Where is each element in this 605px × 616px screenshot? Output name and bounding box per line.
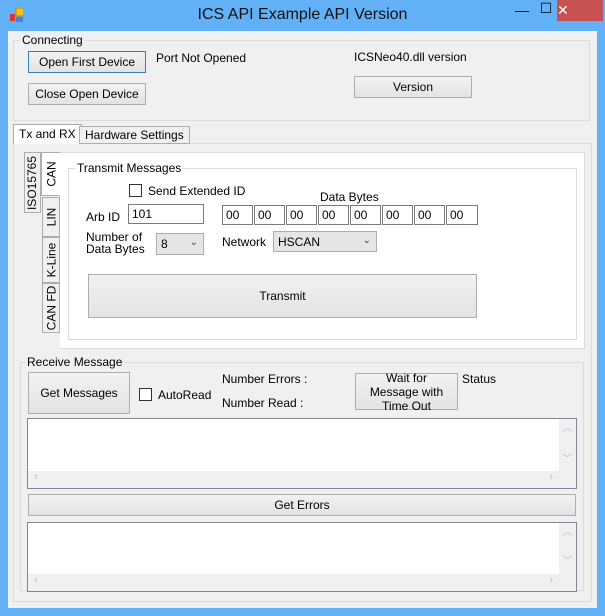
minimize-button[interactable]: —	[508, 2, 536, 23]
scroll-up-icon[interactable]: ︿	[559, 523, 576, 538]
num-data-bytes-label: Number of Data Bytes	[86, 230, 145, 256]
open-first-device-button[interactable]: Open First Device	[28, 51, 146, 73]
scroll-right-icon[interactable]: ›	[549, 471, 553, 483]
autoread-checkbox[interactable]	[139, 388, 152, 401]
maximize-button[interactable]: ☐	[533, 0, 559, 21]
tab-tx-and-rx[interactable]: Tx and RX	[13, 124, 82, 144]
data-byte-input[interactable]: 00	[382, 205, 413, 225]
transmit-button[interactable]: Transmit	[88, 274, 477, 318]
scroll-down-icon[interactable]: ﹀	[559, 450, 576, 465]
messages-list[interactable]: ︿ ﹀ ‹ ›	[27, 418, 577, 489]
data-byte-input[interactable]: 00	[350, 205, 381, 225]
send-extended-id-label: Send Extended ID	[148, 184, 246, 198]
number-errors-label: Number Errors :	[222, 372, 308, 386]
vtab-label: CAN	[44, 161, 59, 187]
horizontal-scrollbar[interactable]: ‹ ›	[28, 471, 559, 488]
get-messages-button[interactable]: Get Messages	[28, 372, 130, 414]
network-select[interactable]: HSCAN ⌄	[273, 231, 377, 252]
transmit-label: Transmit Messages	[75, 161, 184, 175]
receive-label: Receive Message	[25, 355, 125, 369]
scroll-down-icon[interactable]: ﹀	[559, 552, 576, 567]
title-bar: ICS API Example API Version — ☐ ✕	[0, 0, 605, 31]
data-byte-input[interactable]: 00	[414, 205, 445, 225]
chevron-down-icon: ⌄	[362, 235, 371, 246]
horizontal-scrollbar[interactable]: ‹ ›	[28, 574, 559, 591]
wait-for-message-button[interactable]: Wait for Message with Time Out	[355, 371, 458, 413]
chevron-down-icon: ⌄	[189, 237, 198, 248]
vtab-label: LIN	[44, 207, 58, 227]
vtab-lin[interactable]: LIN	[42, 197, 60, 237]
close-button[interactable]: ✕	[557, 0, 603, 21]
tab-hardware-settings[interactable]: Hardware Settings	[79, 126, 190, 144]
network-label: Network	[222, 235, 267, 249]
close-open-device-button[interactable]: Close Open Device	[28, 83, 146, 105]
dll-version-label: ICSNeo40.dll version	[354, 50, 467, 64]
num-data-bytes-select[interactable]: 8 ⌄	[156, 233, 204, 255]
scroll-corner	[559, 574, 576, 591]
data-byte-input[interactable]: 00	[286, 205, 317, 225]
vertical-scrollbar[interactable]: ︿ ﹀	[559, 523, 576, 574]
arb-id-input[interactable]: 101	[128, 204, 204, 224]
scroll-left-icon[interactable]: ‹	[34, 574, 38, 586]
scroll-right-icon[interactable]: ›	[549, 574, 553, 586]
selected-value: HSCAN	[278, 235, 321, 249]
vtab-label: CAN FD	[44, 285, 59, 331]
version-button[interactable]: Version	[354, 76, 472, 98]
autoread-label: AutoRead	[158, 388, 212, 402]
data-byte-input[interactable]: 00	[222, 205, 253, 225]
port-status: Port Not Opened	[156, 51, 247, 65]
connecting-label: Connecting	[20, 33, 85, 47]
status-label: Status	[462, 372, 497, 386]
selected-value: 8	[161, 237, 168, 251]
vtab-can-fd[interactable]: CAN FD	[42, 283, 60, 333]
scroll-up-icon[interactable]: ︿	[559, 419, 576, 434]
arb-id-label: Arb ID	[86, 210, 121, 224]
vertical-scrollbar[interactable]: ︿ ﹀	[559, 419, 576, 471]
data-bytes-label: Data Bytes	[320, 190, 379, 204]
send-extended-id-checkbox[interactable]	[129, 184, 142, 197]
get-errors-button[interactable]: Get Errors	[28, 494, 576, 516]
errors-list[interactable]: ︿ ﹀ ‹ ›	[27, 522, 577, 592]
data-byte-input[interactable]: 00	[446, 205, 478, 225]
vtab-label: K-Line	[44, 242, 58, 278]
vtab-k-line[interactable]: K-Line	[42, 237, 60, 283]
number-read-label: Number Read :	[222, 396, 304, 410]
vtab-can[interactable]: CAN	[41, 152, 61, 196]
scroll-left-icon[interactable]: ‹	[34, 471, 38, 483]
vtab-label: ISO15765	[25, 155, 40, 210]
scroll-corner	[559, 471, 576, 488]
vtab-iso15765[interactable]: ISO15765	[24, 152, 41, 213]
data-byte-input[interactable]: 00	[318, 205, 349, 225]
data-byte-input[interactable]: 00	[254, 205, 285, 225]
